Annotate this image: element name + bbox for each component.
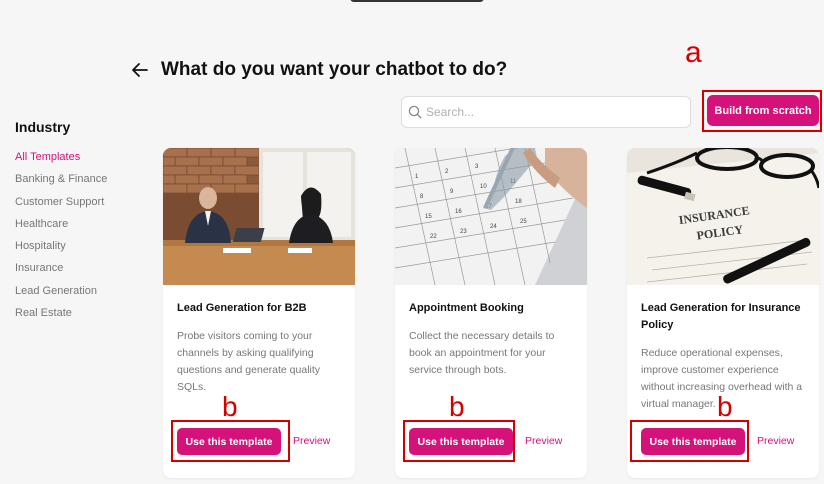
annotation-box-b (171, 420, 290, 462)
svg-text:18: 18 (515, 199, 522, 205)
top-bar-pill (350, 0, 484, 2)
sidebar-item-hospitality[interactable]: Hospitality (15, 239, 145, 261)
svg-text:22: 22 (430, 234, 437, 240)
search-box[interactable] (401, 96, 691, 128)
page-title: What do you want your chatbot to do? (161, 59, 508, 80)
svg-text:15: 15 (425, 214, 432, 220)
card-description: Probe visitors coming to your channels b… (177, 330, 321, 393)
back-arrow-icon[interactable] (130, 60, 150, 80)
annotation-label-b: b (717, 391, 733, 422)
preview-link[interactable]: Preview (525, 435, 562, 447)
preview-link[interactable]: Preview (293, 435, 330, 447)
annotation-label-b: b (449, 391, 465, 422)
svg-text:23: 23 (460, 229, 467, 235)
sidebar-item-banking-finance[interactable]: Banking & Finance (15, 172, 145, 194)
annotation-box-a (702, 90, 822, 132)
sidebar-item-all-templates[interactable]: All Templates (15, 150, 145, 172)
svg-text:16: 16 (455, 209, 462, 215)
annotation-label-a: a (685, 36, 702, 69)
industry-sidebar: Industry All Templates Banking & Finance… (15, 119, 145, 328)
sidebar-heading: Industry (15, 119, 71, 135)
card-image-calendar: 1234 891011 15161718 22232425 (395, 148, 587, 285)
card-title: Appointment Booking (409, 302, 524, 314)
annotation-box-b (630, 420, 749, 462)
search-icon (408, 105, 422, 119)
svg-text:25: 25 (520, 219, 527, 225)
sidebar-item-real-estate[interactable]: Real Estate (15, 306, 145, 328)
sidebar-item-insurance[interactable]: Insurance (15, 261, 145, 283)
card-image-insurance-policy: INSURANCE POLICY (627, 148, 819, 285)
sidebar-item-healthcare[interactable]: Healthcare (15, 217, 145, 239)
sidebar-item-lead-generation[interactable]: Lead Generation (15, 284, 145, 306)
card-image-meeting (163, 148, 355, 285)
annotation-label-b: b (222, 391, 238, 422)
card-description: Collect the necessary details to book an… (409, 330, 555, 376)
svg-text:24: 24 (490, 224, 497, 230)
card-title: Lead Generation for B2B (177, 302, 307, 314)
card-title: Lead Generation for Insurance Policy (641, 302, 801, 331)
annotation-box-b (403, 420, 515, 462)
svg-text:10: 10 (480, 184, 487, 190)
sidebar-item-customer-support[interactable]: Customer Support (15, 195, 145, 217)
search-input[interactable] (426, 105, 676, 119)
preview-link[interactable]: Preview (757, 435, 794, 447)
